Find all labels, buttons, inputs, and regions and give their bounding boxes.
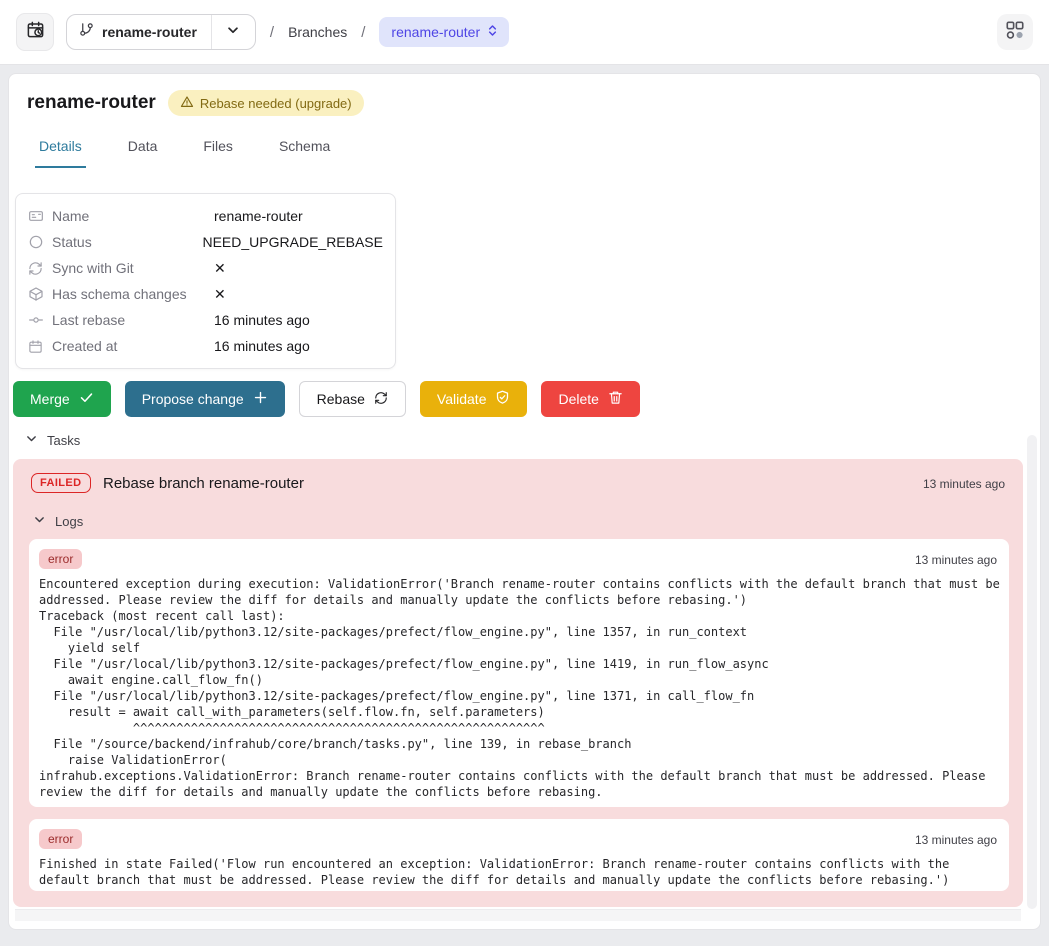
validate-button[interactable]: Validate — [420, 381, 528, 417]
tasks-section-label: Tasks — [47, 433, 80, 448]
property-row-last-rebase: Last rebase 16 minutes ago — [16, 307, 395, 333]
delete-button[interactable]: Delete — [541, 381, 639, 417]
property-value: 16 minutes ago — [214, 338, 310, 354]
log-entry: error 13 minutes ago Finished in state F… — [29, 819, 1009, 891]
breadcrumb-branches-link[interactable]: Branches — [288, 24, 347, 40]
log-entry-header: error 13 minutes ago — [39, 829, 1001, 851]
horizontal-scrollbar[interactable] — [15, 909, 1021, 921]
validate-button-label: Validate — [437, 391, 487, 407]
breadcrumb-branch-label: rename-router — [391, 24, 480, 40]
git-commit-icon — [28, 312, 44, 328]
schema-visualizer-button[interactable] — [997, 14, 1033, 50]
time-travel-button[interactable] — [16, 13, 54, 51]
title-row: rename-router Rebase needed (upgrade) — [27, 90, 364, 116]
rebase-needed-badge: Rebase needed (upgrade) — [168, 90, 364, 116]
branch-detail-card: rename-router Rebase needed (upgrade) De… — [8, 73, 1041, 930]
warning-triangle-icon — [180, 95, 194, 112]
task-timestamp: 13 minutes ago — [923, 477, 1005, 491]
check-icon — [79, 390, 94, 408]
trash-icon — [608, 390, 623, 408]
log-entry-header: error 13 minutes ago — [39, 549, 1001, 571]
tab-data[interactable]: Data — [124, 134, 162, 168]
property-value: 16 minutes ago — [214, 312, 310, 328]
sync-icon — [28, 260, 44, 276]
package-icon — [28, 286, 44, 302]
rebase-needed-badge-label: Rebase needed (upgrade) — [200, 96, 352, 111]
rebase-button[interactable]: Rebase — [299, 381, 406, 417]
chevron-down-icon — [226, 23, 240, 42]
branch-selector-caret[interactable] — [211, 15, 255, 49]
git-branch-icon — [79, 22, 94, 42]
breadcrumb-branch-dropdown[interactable]: rename-router — [379, 17, 509, 47]
property-label: Name — [52, 208, 214, 224]
chevron-down-icon — [25, 432, 38, 448]
chevron-down-icon — [33, 513, 46, 529]
task-header: FAILED Rebase branch rename-router 13 mi… — [13, 459, 1023, 511]
app-screen: rename-router / Branches / rename-router — [0, 0, 1049, 946]
logs-toggle[interactable]: Logs — [33, 513, 83, 529]
property-value: NEED_UPGRADE_REBASE — [202, 234, 383, 250]
circle-icon — [28, 234, 44, 250]
page-title: rename-router — [27, 92, 156, 114]
property-label: Status — [52, 234, 202, 250]
task-status-badge: FAILED — [31, 473, 91, 493]
breadcrumb-separator: / — [270, 24, 274, 41]
plus-icon — [253, 390, 268, 408]
tab-bar: Details Data Files Schema — [35, 134, 334, 168]
property-label: Last rebase — [52, 312, 214, 328]
merge-button[interactable]: Merge — [13, 381, 111, 417]
property-label: Sync with Git — [52, 260, 214, 276]
log-severity-badge: error — [39, 829, 82, 849]
merge-button-label: Merge — [30, 391, 70, 407]
property-row-name: Name rename-router — [16, 203, 395, 229]
x-mark-value: ✕ — [214, 286, 226, 303]
refresh-icon — [374, 391, 388, 408]
tab-schema[interactable]: Schema — [275, 134, 334, 168]
tab-files[interactable]: Files — [199, 134, 237, 168]
branch-selector-value: rename-router — [67, 15, 211, 49]
log-severity-badge: error — [39, 549, 82, 569]
propose-change-button[interactable]: Propose change — [125, 381, 285, 417]
top-bar: rename-router / Branches / rename-router — [0, 0, 1049, 65]
branch-selector[interactable]: rename-router — [66, 14, 256, 50]
delete-button-label: Delete — [558, 391, 598, 407]
calendar-icon — [28, 338, 44, 354]
property-row-sync-with-git: Sync with Git ✕ — [16, 255, 395, 281]
property-row-status: Status NEED_UPGRADE_REBASE — [16, 229, 395, 255]
branch-actions: Merge Propose change Rebase — [13, 381, 640, 417]
log-entry: error 13 minutes ago Encountered excepti… — [29, 539, 1009, 807]
log-timestamp: 13 minutes ago — [915, 553, 997, 567]
property-label: Created at — [52, 338, 214, 354]
log-message: Finished in state Failed('Flow run encou… — [39, 856, 1001, 888]
workflow-icon — [1005, 20, 1025, 45]
property-row-created-at: Created at 16 minutes ago — [16, 333, 395, 359]
propose-change-button-label: Propose change — [142, 391, 244, 407]
tasks-section-toggle[interactable]: Tasks — [25, 432, 80, 448]
log-message: Encountered exception during execution: … — [39, 576, 1001, 800]
task-title: Rebase branch rename-router — [103, 475, 304, 492]
shield-check-icon — [495, 390, 510, 408]
property-row-has-schema-changes: Has schema changes ✕ — [16, 281, 395, 307]
rebase-button-label: Rebase — [317, 391, 365, 407]
vertical-scrollbar[interactable] — [1027, 435, 1037, 909]
property-label: Has schema changes — [52, 286, 214, 302]
log-timestamp: 13 minutes ago — [915, 833, 997, 847]
property-value: rename-router — [214, 208, 303, 224]
calendar-clock-icon — [26, 20, 45, 44]
logs-toggle-label: Logs — [55, 514, 83, 529]
branch-selector-label: rename-router — [102, 24, 197, 40]
branch-properties-card: Name rename-router Status NEED_UPGRADE_R… — [15, 193, 396, 369]
x-mark-value: ✕ — [214, 260, 226, 277]
breadcrumb-separator: / — [361, 24, 365, 41]
id-card-icon — [28, 208, 44, 224]
chevrons-up-down-icon — [486, 24, 499, 40]
tab-details[interactable]: Details — [35, 134, 86, 168]
failed-task-panel: FAILED Rebase branch rename-router 13 mi… — [13, 459, 1023, 907]
